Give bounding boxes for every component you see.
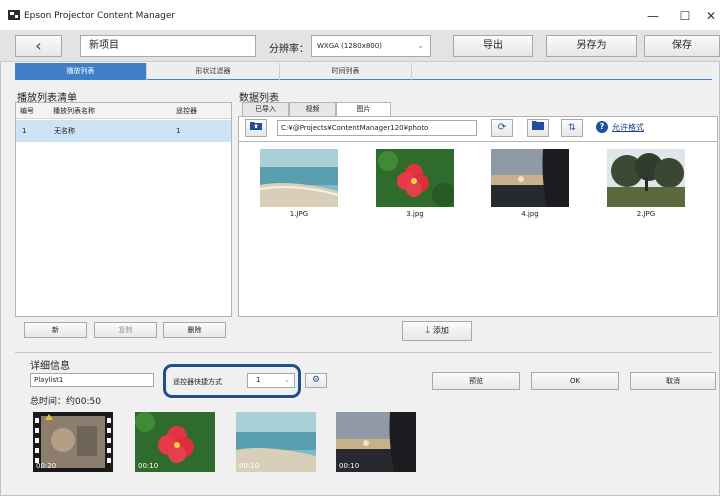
beach-photo [260, 149, 338, 207]
image-caption-4: 2.JPG [636, 210, 656, 218]
app-logo-icon [8, 10, 20, 20]
remote-settings-button[interactable]: ⚙ [305, 373, 327, 388]
image-caption-1: 1.JPG [289, 210, 309, 218]
close-button[interactable]: ✕ [696, 5, 720, 27]
duration-badge: 00:10 [339, 462, 360, 470]
open-folder-button[interactable] [527, 119, 549, 137]
allowed-formats-link[interactable]: 允许格式 [612, 122, 644, 133]
copy-playlist-button[interactable]: 复制 [94, 322, 157, 338]
image-caption-3: 4.jpg [521, 210, 539, 218]
total-time: 总时间：约00:50 [30, 397, 101, 407]
folder-path-field[interactable]: C:¥@Projects¥ContentManager120¥photo [277, 120, 477, 136]
export-button[interactable]: 导出 [453, 35, 533, 57]
image-thumbnail-3[interactable] [491, 149, 569, 207]
duration-badge: 00:10 [239, 462, 260, 470]
column-header-remote: 遥控器 [176, 107, 197, 115]
resolution-select[interactable]: WXGA (1280x800) ⌄ [311, 35, 431, 57]
playlist-thumb-3[interactable]: 00:10 [236, 412, 316, 472]
arrow-down-icon: 🡓 [425, 325, 431, 336]
highlight-frame [163, 364, 301, 398]
playlist-name-field[interactable]: Playlist1 [30, 373, 154, 387]
sunset-photo [491, 149, 569, 207]
minimize-button[interactable]: — [638, 5, 668, 27]
row-number: 1 [22, 127, 27, 135]
preview-button[interactable]: 预览 [432, 372, 520, 390]
project-name-field[interactable]: 新项目 [80, 35, 256, 57]
image-thumbnail-2[interactable] [376, 149, 454, 207]
save-button[interactable]: 保存 [644, 35, 720, 57]
hibiscus-photo [376, 149, 454, 207]
column-header-number: 编号 [20, 107, 34, 115]
ok-button[interactable]: OK [531, 372, 619, 390]
duration-badge: 00:10 [138, 462, 159, 470]
folder-up-icon [250, 122, 262, 130]
subtab-video[interactable]: 视频 [289, 102, 336, 116]
column-header-name: 播放列表名称 [53, 107, 95, 115]
save-as-button[interactable]: 另存为 [546, 35, 637, 57]
resolution-value: WXGA (1280x800) [317, 42, 382, 50]
tab-playlist[interactable]: 播放列表 [15, 63, 147, 80]
sort-icon: ⇅ [568, 123, 576, 133]
playlist-thumb-4[interactable]: 00:10 [336, 412, 416, 472]
tab-shape-filter[interactable]: 形状过滤器 [147, 63, 280, 80]
help-icon[interactable]: ? [596, 121, 608, 133]
window-title: Epson Projector Content Manager [24, 11, 176, 21]
refresh-icon: ⟳ [497, 122, 507, 133]
add-label: 添加 [432, 326, 449, 335]
gear-icon: ⚙ [311, 375, 321, 385]
trees-photo [607, 149, 685, 207]
playlist-table-header: 编号 播放列表名称 遥控器 [16, 103, 231, 119]
playlist-thumb-1[interactable]: 00:20 [33, 412, 113, 472]
back-button[interactable]: ‹ [15, 35, 62, 57]
row-name: 无名称 [54, 127, 75, 135]
details-title: 详细信息 [30, 361, 70, 372]
image-thumbnail-1[interactable] [260, 149, 338, 207]
playlist-thumb-2[interactable]: 00:10 [135, 412, 215, 472]
folder-icon [532, 121, 544, 130]
resolution-label: 分辨率： [269, 44, 309, 55]
row-remote: 1 [176, 127, 181, 135]
new-playlist-button[interactable]: 新 [24, 322, 87, 338]
sort-button[interactable]: ⇅ [561, 119, 583, 137]
folder-up-button[interactable] [245, 119, 267, 137]
image-caption-2: 3.jpg [406, 210, 424, 218]
add-button[interactable]: 🡓 添加 [402, 321, 472, 341]
image-thumbnail-4[interactable] [607, 149, 685, 207]
refresh-button[interactable]: ⟳ [491, 119, 513, 137]
duration-badge: 00:20 [36, 462, 57, 470]
cancel-button[interactable]: 取消 [630, 372, 716, 390]
delete-playlist-button[interactable]: 删除 [163, 322, 226, 338]
subtab-imported[interactable]: 已导入 [242, 102, 289, 116]
table-row[interactable]: 1 无名称 1 [16, 120, 231, 142]
tab-timetable[interactable]: 时间列表 [280, 63, 412, 80]
chevron-down-icon: ⌄ [417, 41, 424, 50]
